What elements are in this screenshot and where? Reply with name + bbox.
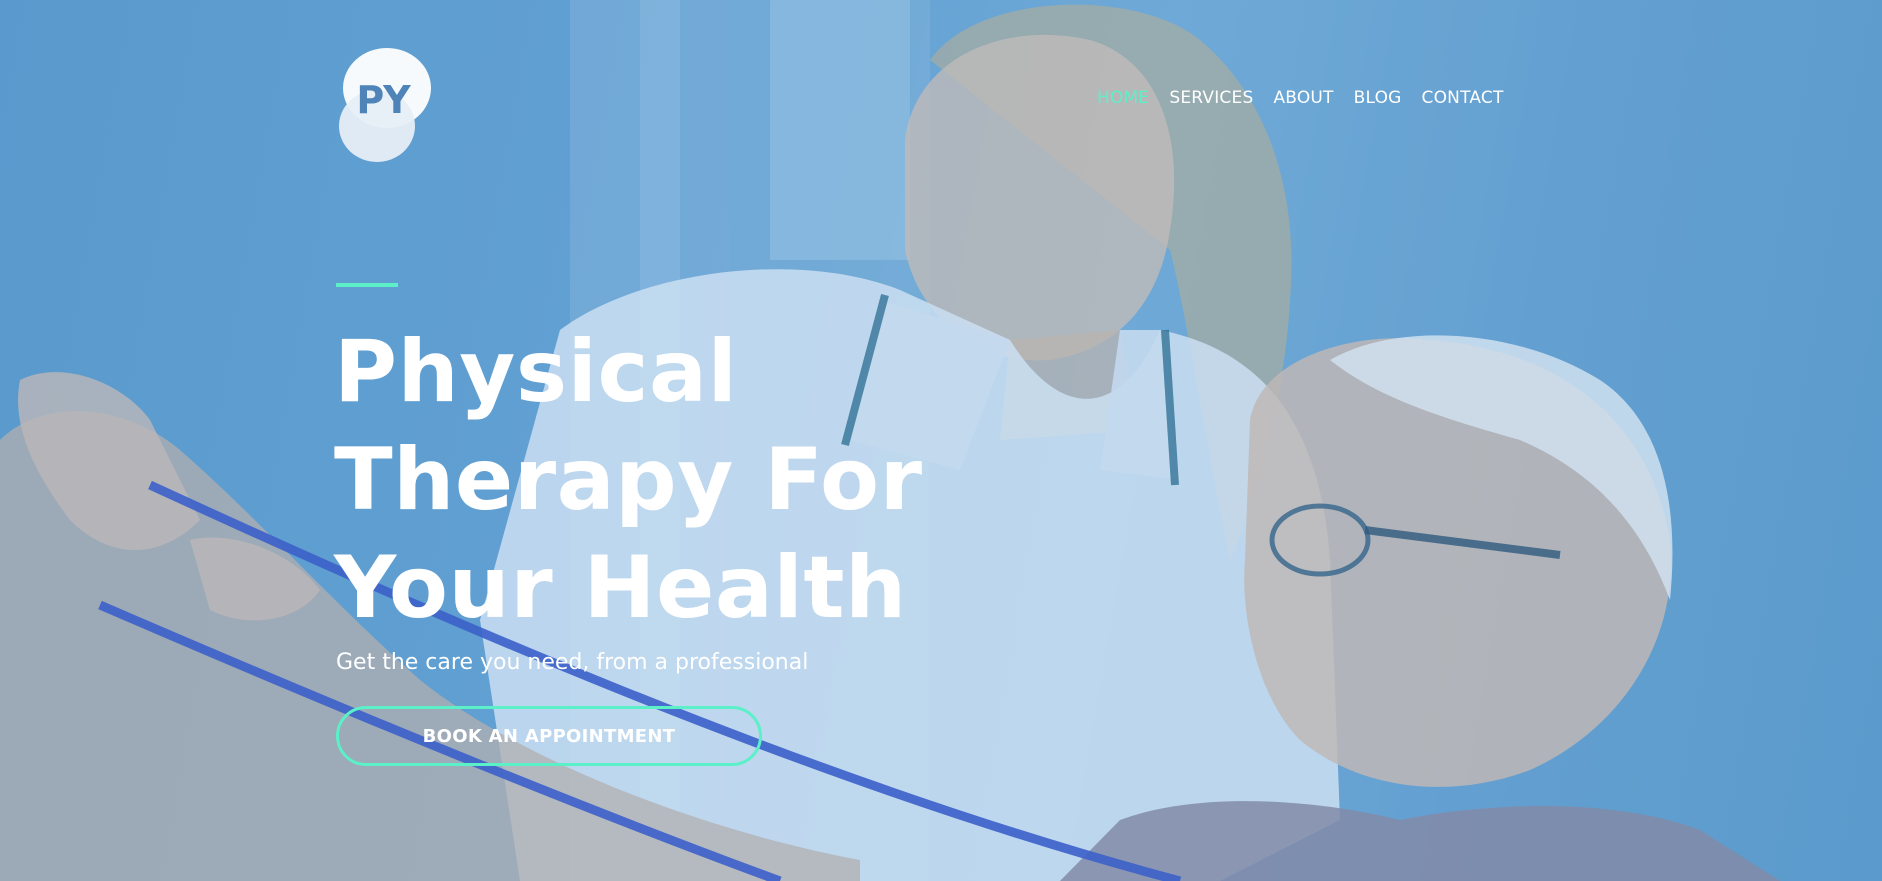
logo-text: PY [356, 78, 410, 122]
hero-title-line-1: Physical [334, 322, 738, 422]
nav-item-contact[interactable]: CONTACT [1422, 88, 1504, 108]
hero-title-line-3: Your Health [334, 538, 907, 638]
nav-item-services[interactable]: SERVICES [1169, 88, 1253, 108]
title-accent-line [336, 283, 398, 287]
nav-item-about[interactable]: ABOUT [1273, 88, 1333, 108]
hero-title-line-2: Therapy For [334, 430, 923, 530]
book-appointment-button[interactable]: BOOK AN APPOINTMENT [336, 706, 762, 766]
hero-title: Physical Therapy For Your Health [334, 318, 954, 642]
nav-item-home[interactable]: HOME [1097, 88, 1149, 108]
main-nav: HOME SERVICES ABOUT BLOG CONTACT [1097, 88, 1504, 108]
nav-item-blog[interactable]: BLOG [1354, 88, 1402, 108]
site-logo[interactable]: PY [337, 44, 433, 162]
hero-subtitle: Get the care you need, from a profession… [336, 650, 809, 675]
